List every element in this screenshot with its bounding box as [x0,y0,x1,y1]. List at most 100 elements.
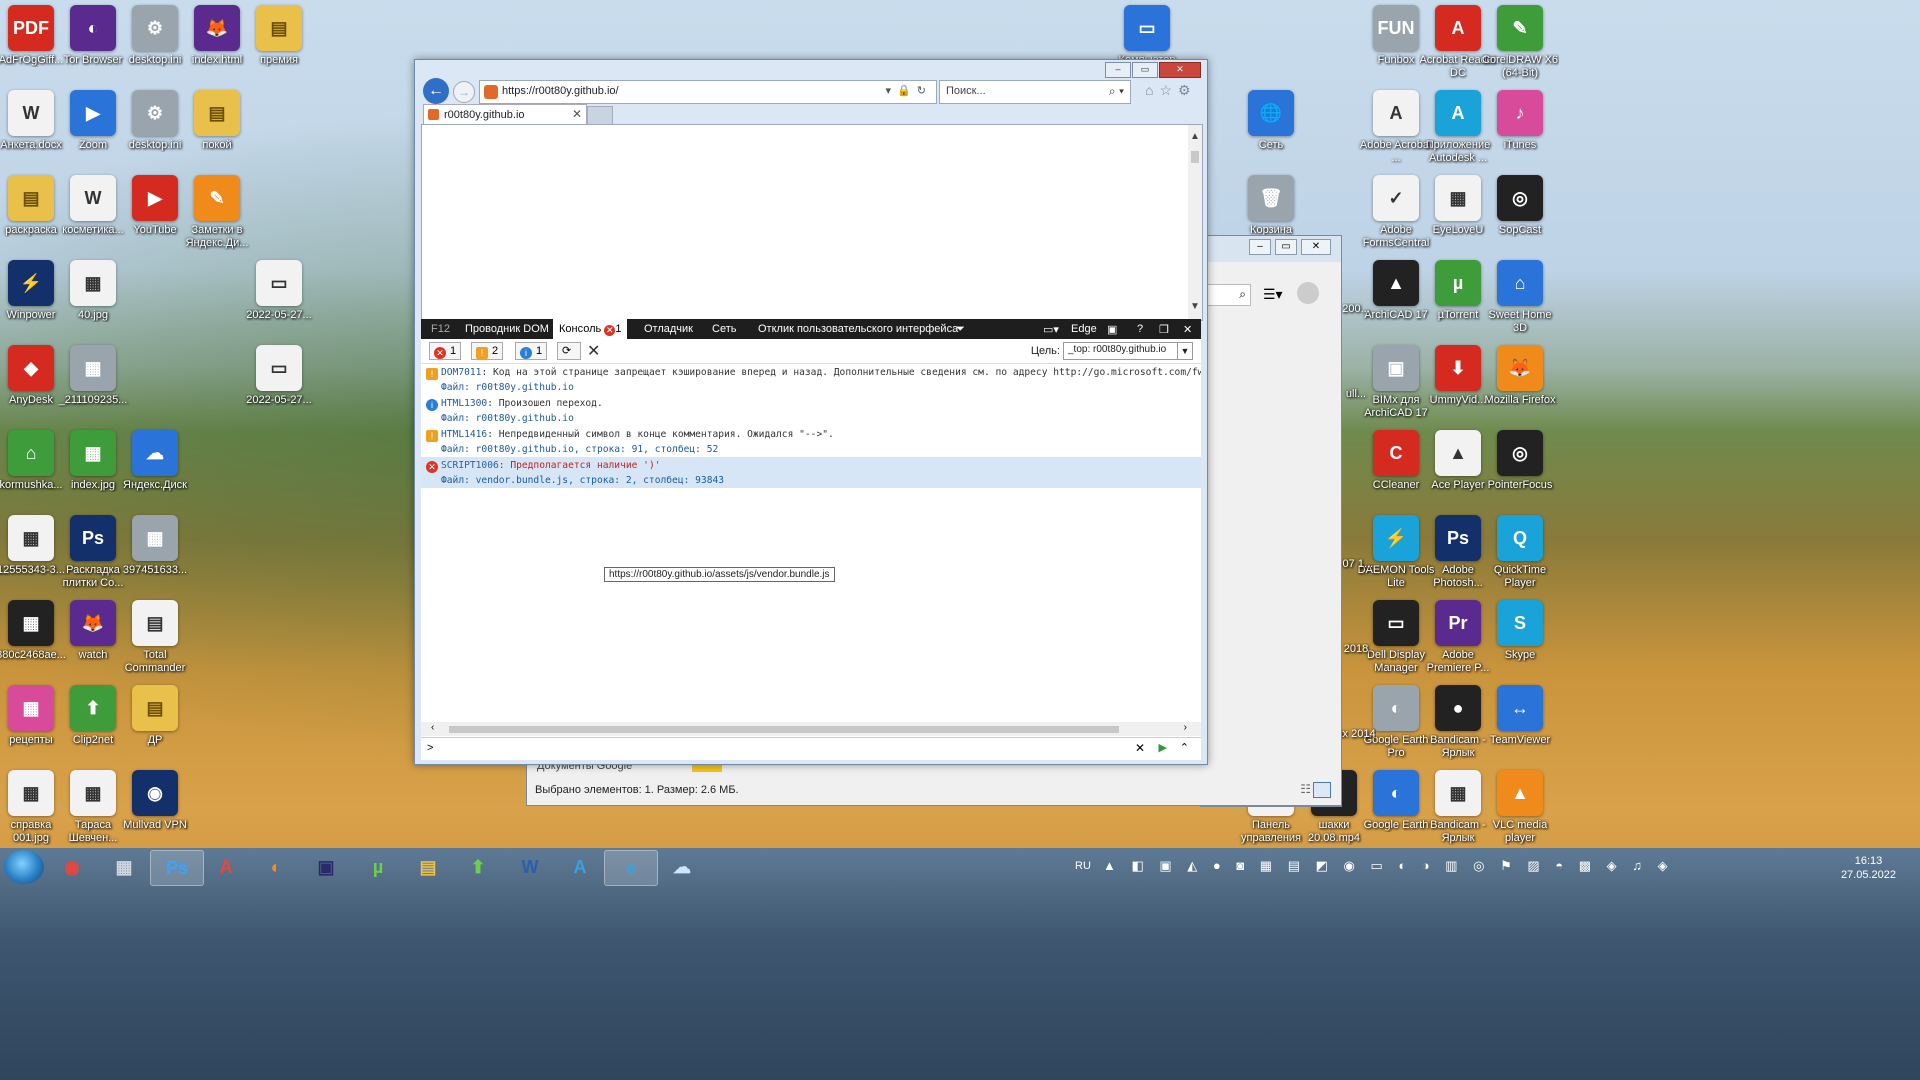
partial-icon-label[interactable]: ax 2014 [1336,728,1376,741]
taskbar-app-utorrent[interactable]: µ [352,850,404,884]
page-viewport[interactable]: ▲ ▼ [421,124,1203,321]
desktop-icon[interactable]: ▭ 2022-05-27... [240,260,318,322]
message-source-link[interactable]: Файл: vendor.bundle.js, строка: 2, столб… [441,475,724,486]
run-icon[interactable]: ▶ [1159,741,1167,754]
desktop-icon[interactable]: S Skype [1481,600,1559,662]
console-input[interactable]: > ✕ ▶ ⌃ [421,737,1201,760]
search-icon[interactable]: ⌕ ▾ [1109,84,1124,99]
clear-console-icon[interactable]: ✕ [587,341,600,361]
console-message[interactable]: i HTML1300: Произошел переход. Файл: r00t8… [421,395,1201,426]
maximize-button[interactable]: ▭ [1132,62,1158,78]
desktop-icon[interactable]: ✎ Заметки в Яндекс.Ди... [178,175,256,250]
horizontal-scrollbar[interactable]: ‹ › [421,722,1201,736]
scroll-right-icon[interactable]: › [1184,722,1187,733]
desktop-icon[interactable]: ▦ _211109235... [54,345,132,407]
taskbar-app-yandex-disk[interactable]: ☁ [656,850,708,884]
taskbar-app-clip2net[interactable]: ⬆ [452,850,504,884]
minimize-button[interactable]: – [1249,239,1271,255]
details-view-icon[interactable]: ☷ [1300,782,1311,796]
back-button[interactable]: ← [423,78,449,104]
maximize-button[interactable]: ▭ [1275,239,1297,255]
console-message[interactable]: ! HTML1416: Непредвиденный символ в конце… [421,426,1201,457]
search-box[interactable]: ⌕ [1205,284,1251,306]
taskbar-app-explorer[interactable]: ▤ [402,850,454,884]
desktop-icon[interactable]: Q QuickTime Player [1481,515,1559,590]
lock-icon[interactable]: 🔒 [897,85,917,97]
ie-window[interactable]: – ▭ ✕ ← → https://r00t80y.github.io/ ▾🔒↻… [414,59,1208,765]
scroll-down-icon[interactable]: ▼ [1190,301,1200,312]
scroll-thumb[interactable] [449,726,1119,733]
console-message[interactable]: ✕ SCRIPT1006: Предполагается наличие ')' Ф… [421,457,1201,488]
desktop-icon[interactable]: ↔ TeamViewer [1481,685,1559,747]
close-tab-icon[interactable]: ✕ [572,107,582,121]
close-button[interactable]: ✕ [1301,239,1331,255]
desktop-icon[interactable]: ▦ 397451633... [116,515,194,577]
partial-icon-label[interactable]: 200... [1336,303,1376,316]
desktop-icon[interactable]: ▤ премия [240,5,318,67]
expand-input-icon[interactable]: ⌃ [1180,741,1189,754]
message-code[interactable]: DOM7011 [441,367,481,378]
undock-icon[interactable]: ❐ [1159,323,1169,336]
filter-errors-button[interactable]: ✕ 1 [429,342,462,360]
tiles-view-icon[interactable] [1313,782,1331,798]
desktop-icon[interactable]: ▤ Total Commander [116,600,194,675]
emulation-icon[interactable]: ▭▾ [1043,323,1059,336]
filter-info-button[interactable]: i1 [515,342,548,360]
desktop-icon[interactable]: ▤ покой [178,90,256,152]
desktop-icon[interactable]: ▭ 2022-05-27... [240,345,318,407]
desktop-icon[interactable]: ◎ PointerFocus [1481,430,1559,492]
forward-button[interactable]: → [453,81,475,103]
vertical-scrollbar[interactable]: ▲ ▼ [1188,125,1202,320]
desktop-icon[interactable]: 🌐 Сеть [1232,90,1310,152]
scroll-up-icon[interactable]: ▲ [1190,131,1200,142]
taskbar-app-ie[interactable]: e [604,850,658,886]
more-tabs-icon[interactable]: ⏷ [956,323,965,336]
taskbar-app-word[interactable]: W [504,850,556,884]
close-devtools-icon[interactable]: ✕ [1183,323,1192,336]
avatar[interactable] [1297,282,1319,304]
desktop-icon[interactable]: ▤ ДР [116,685,194,747]
desktop-icon[interactable]: ◎ SopCast [1481,175,1559,237]
taskbar-app-save[interactable]: ▣ [300,850,352,884]
target-dropdown[interactable]: _top: r00t80y.github.io ▼ [1063,342,1193,360]
start-button[interactable] [4,850,44,884]
new-tab-button[interactable] [587,106,613,125]
chevron-down-icon[interactable]: ▼ [1177,343,1192,359]
background-explorer-window[interactable]: – ▭ ✕ ⌕ ☰▾ [1200,235,1342,807]
address-bar[interactable]: https://r00t80y.github.io/ ▾🔒↻ [479,80,937,104]
desktop-icon[interactable]: 🦊 Mozilla Firefox [1481,345,1559,407]
gear-icon[interactable]: ⚙ [1178,82,1191,99]
taskbar-app-acrobat[interactable]: A [200,850,252,884]
partial-icon-label[interactable]: -07 1... [1336,558,1376,571]
message-code[interactable]: HTML1416 [441,429,487,440]
filter-warnings-button[interactable]: ! 2 [471,342,504,360]
desktop-icon[interactable]: ⌂ Sweet Home 3D [1481,260,1559,335]
desktop-icon[interactable]: ▦ 40.jpg [54,260,132,322]
minimize-button[interactable]: – [1105,62,1131,78]
taskbar-app-autodesk[interactable]: A [554,850,606,884]
message-source-link[interactable]: Файл: r00t80y.github.io, строка: 91, сто… [441,444,718,455]
taskbar-app-chrome[interactable]: ◉ [46,850,98,884]
document-mode[interactable]: Edge [1071,323,1097,335]
scroll-thumb[interactable] [1191,151,1199,163]
tab-debugger[interactable]: Отладчик [644,323,693,335]
taskbar-app-firefox[interactable]: ◐ [250,850,302,884]
favorites-star-icon[interactable]: ☆ [1159,82,1172,99]
close-button[interactable]: ✕ [1159,62,1201,78]
language-indicator[interactable]: RU [1075,860,1091,872]
message-source-link[interactable]: Файл: r00t80y.github.io [441,382,574,393]
clock[interactable]: 16:13 27.05.2022 [1841,854,1896,882]
scroll-left-icon[interactable]: ‹ [431,722,434,733]
taskbar-app-photoshop[interactable]: Ps [150,850,204,886]
desktop-icon[interactable]: ♪ iTunes [1481,90,1559,152]
clear-on-navigate-button[interactable]: ⟳ [557,342,581,360]
desktop-icon[interactable]: ▲ VLC media player [1481,770,1559,845]
search-box[interactable]: Поиск... ⌕ ▾ [939,80,1131,104]
message-code[interactable]: SCRIPT1006 [441,460,499,471]
browser-tab[interactable]: r00t80y.github.io ✕ [423,104,587,125]
tray-icons[interactable]: ▲ ◧ ▣ ◭ ● ◙ ▦ ▤ ◩ ◉ ▭ ◐ ◑ ▥ ◎ ⚑ ▨ ◓ ▩ ◈ … [1103,858,1674,874]
address-url[interactable]: https://r00t80y.github.io/ [502,85,619,97]
refresh-icon[interactable]: ↻ [917,85,932,97]
partial-icon-label[interactable]: 2018 [1336,643,1376,656]
desktop-icon[interactable]: ✎ CorelDRAW X6 (64-Bit) [1481,5,1559,80]
